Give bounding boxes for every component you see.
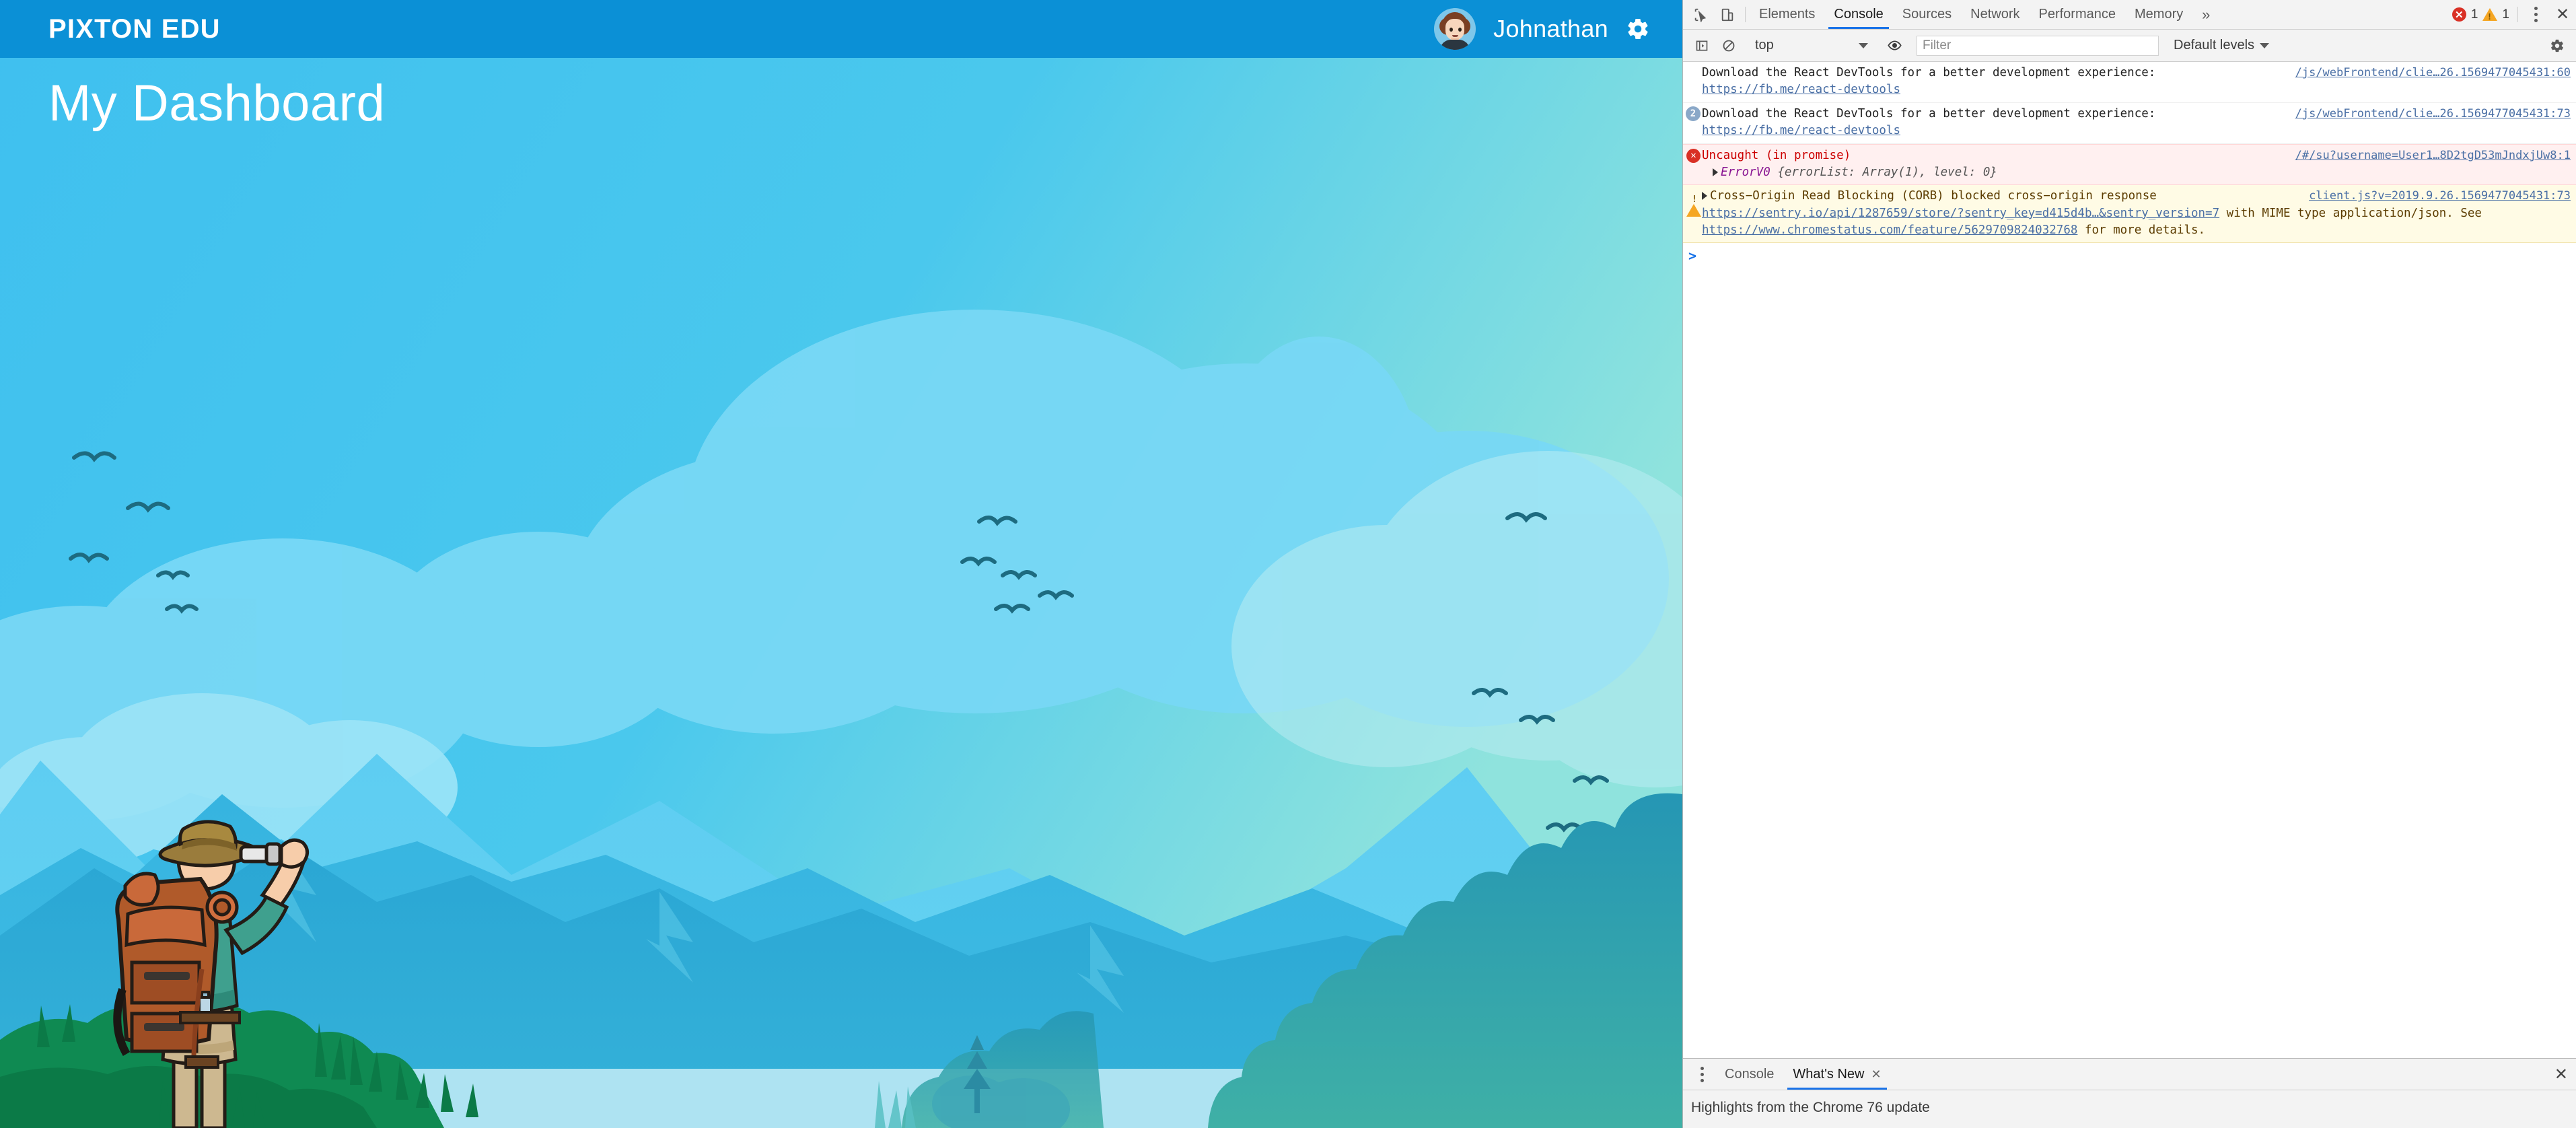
dashboard-illustration	[0, 0, 1682, 1128]
filter-input[interactable]: Filter	[1917, 35, 2159, 56]
chevron-down-icon	[1859, 42, 1868, 48]
tab-network[interactable]: Network	[1961, 0, 2029, 29]
message-text: Download the React DevTools for a better…	[1702, 66, 2156, 79]
error-icon: ✕	[2452, 7, 2466, 22]
message-link[interactable]: https://fb.me/react-devtools	[1702, 83, 1900, 96]
error-object-name: ErrorV0	[1721, 165, 1770, 179]
page-title: My Dashboard	[48, 75, 386, 132]
tab-sources[interactable]: Sources	[1893, 0, 1961, 29]
devtools-drawer: Console What's New ✕ ✕ Highlights from t…	[1683, 1058, 2576, 1128]
screen: PIXTON EDU Johnathan My Dashboard Elemen…	[0, 0, 2576, 1128]
clear-console-icon[interactable]	[1715, 39, 1742, 52]
drawer-tab-label: What's New	[1793, 1066, 1865, 1082]
error-object-props: {errorList: Array(1), level: 0}	[1777, 165, 1997, 179]
devtools-tabbar: Elements Console Sources Network Perform…	[1683, 0, 2576, 30]
tab-console[interactable]: Console	[1824, 0, 1892, 29]
user-menu[interactable]: Johnathan	[1434, 8, 1650, 50]
source-anchor[interactable]: client.js?v=2019.9.26.1569477045431:73	[2309, 188, 2571, 205]
tab-memory[interactable]: Memory	[2125, 0, 2192, 29]
whats-new-headline: Highlights from the Chrome 76 update	[1691, 1100, 1930, 1115]
gear-icon[interactable]	[1626, 17, 1650, 41]
console-warning-message[interactable]: client.js?v=2019.9.26.1569477045431:73 C…	[1683, 185, 2576, 244]
drawer-tabbar: Console What's New ✕ ✕	[1683, 1059, 2576, 1090]
web-page: PIXTON EDU Johnathan My Dashboard	[0, 0, 1682, 1128]
close-icon[interactable]: ✕	[1871, 1067, 1881, 1082]
chevron-double-right-icon[interactable]: »	[2192, 0, 2219, 29]
message-link[interactable]: https://fb.me/react-devtools	[1702, 124, 1900, 137]
drawer-content: Highlights from the Chrome 76 update	[1683, 1090, 2576, 1128]
source-anchor[interactable]: /#/su?username=User1…8D2tgD53mJndxjUw8:1	[2295, 147, 2571, 164]
tab-elements[interactable]: Elements	[1750, 0, 1824, 29]
execution-context-select[interactable]: top	[1751, 38, 1872, 53]
console-output[interactable]: /js/webFrontend/clie…26.1569477045431:60…	[1683, 62, 2576, 1058]
inspect-element-icon[interactable]	[1687, 0, 1714, 29]
kebab-menu-icon[interactable]	[1688, 1059, 1715, 1090]
prompt-chevron-icon: >	[1688, 248, 1697, 265]
drawer-close-icon[interactable]: ✕	[2546, 1059, 2576, 1090]
expand-triangle-icon[interactable]	[1713, 168, 1718, 176]
execution-context-value: top	[1755, 38, 1774, 52]
user-name[interactable]: Johnathan	[1493, 15, 1608, 43]
filter-placeholder: Filter	[1923, 38, 1952, 52]
settings-gear-icon[interactable]	[2544, 38, 2571, 53]
console-message[interactable]: 2 /js/webFrontend/clie…26.1569477045431:…	[1683, 102, 2576, 144]
warning-text-3: for more details.	[2077, 223, 2206, 237]
message-text: Download the React DevTools for a better…	[1702, 106, 2156, 120]
warning-icon	[1686, 189, 1701, 217]
warning-icon	[2482, 8, 2498, 22]
app-header: PIXTON EDU Johnathan	[0, 0, 1682, 58]
chevron-down-icon	[2260, 42, 2270, 48]
console-message[interactable]: /js/webFrontend/clie…26.1569477045431:60…	[1683, 62, 2576, 103]
brand-logo[interactable]: PIXTON EDU	[48, 14, 221, 44]
drawer-tab-console[interactable]: Console	[1715, 1059, 1783, 1090]
issue-counters[interactable]: ✕ 1 1	[2448, 0, 2513, 29]
source-anchor[interactable]: /js/webFrontend/clie…26.1569477045431:60	[2295, 65, 2571, 81]
console-toolbar: top Filter Default levels	[1683, 30, 2576, 62]
device-toolbar-icon[interactable]	[1714, 0, 1741, 29]
close-icon[interactable]: ✕	[2549, 0, 2576, 29]
warning-text-1: Cross−Origin Read Blocking (CORB) blocke…	[1710, 189, 2157, 203]
log-levels-value: Default levels	[2174, 38, 2255, 52]
console-prompt[interactable]: >	[1683, 243, 2576, 264]
log-levels-select[interactable]: Default levels	[2174, 38, 2270, 53]
warning-link-1[interactable]: https://sentry.io/api/1287659/store/?sen…	[1702, 207, 2219, 220]
devtools-panel: Elements Console Sources Network Perform…	[1682, 0, 2576, 1128]
drawer-tab-whats-new[interactable]: What's New ✕	[1783, 1059, 1890, 1090]
console-sidebar-icon[interactable]	[1688, 39, 1715, 52]
expand-triangle-icon[interactable]	[1702, 192, 1707, 201]
error-icon: ✕	[1686, 148, 1701, 163]
kebab-menu-icon[interactable]	[2522, 0, 2549, 29]
error-object[interactable]: ErrorV0 {errorList: Array(1), level: 0}	[1702, 164, 2571, 181]
warning-text-2: with MIME type application/json. See	[2219, 206, 2482, 220]
source-anchor[interactable]: /js/webFrontend/clie…26.1569477045431:73	[2295, 106, 2571, 122]
console-error-message[interactable]: ✕ /#/su?username=User1…8D2tgD53mJndxjUw8…	[1683, 143, 2576, 186]
warning-count: 1	[2502, 7, 2509, 22]
error-count: 1	[2470, 7, 2478, 22]
avatar[interactable]	[1434, 8, 1476, 50]
tab-performance[interactable]: Performance	[2030, 0, 2126, 29]
live-expression-icon[interactable]	[1881, 38, 1908, 52]
warning-link-2[interactable]: https://www.chromestatus.com/feature/562…	[1702, 223, 2077, 237]
repeat-count-badge: 2	[1686, 106, 1701, 121]
